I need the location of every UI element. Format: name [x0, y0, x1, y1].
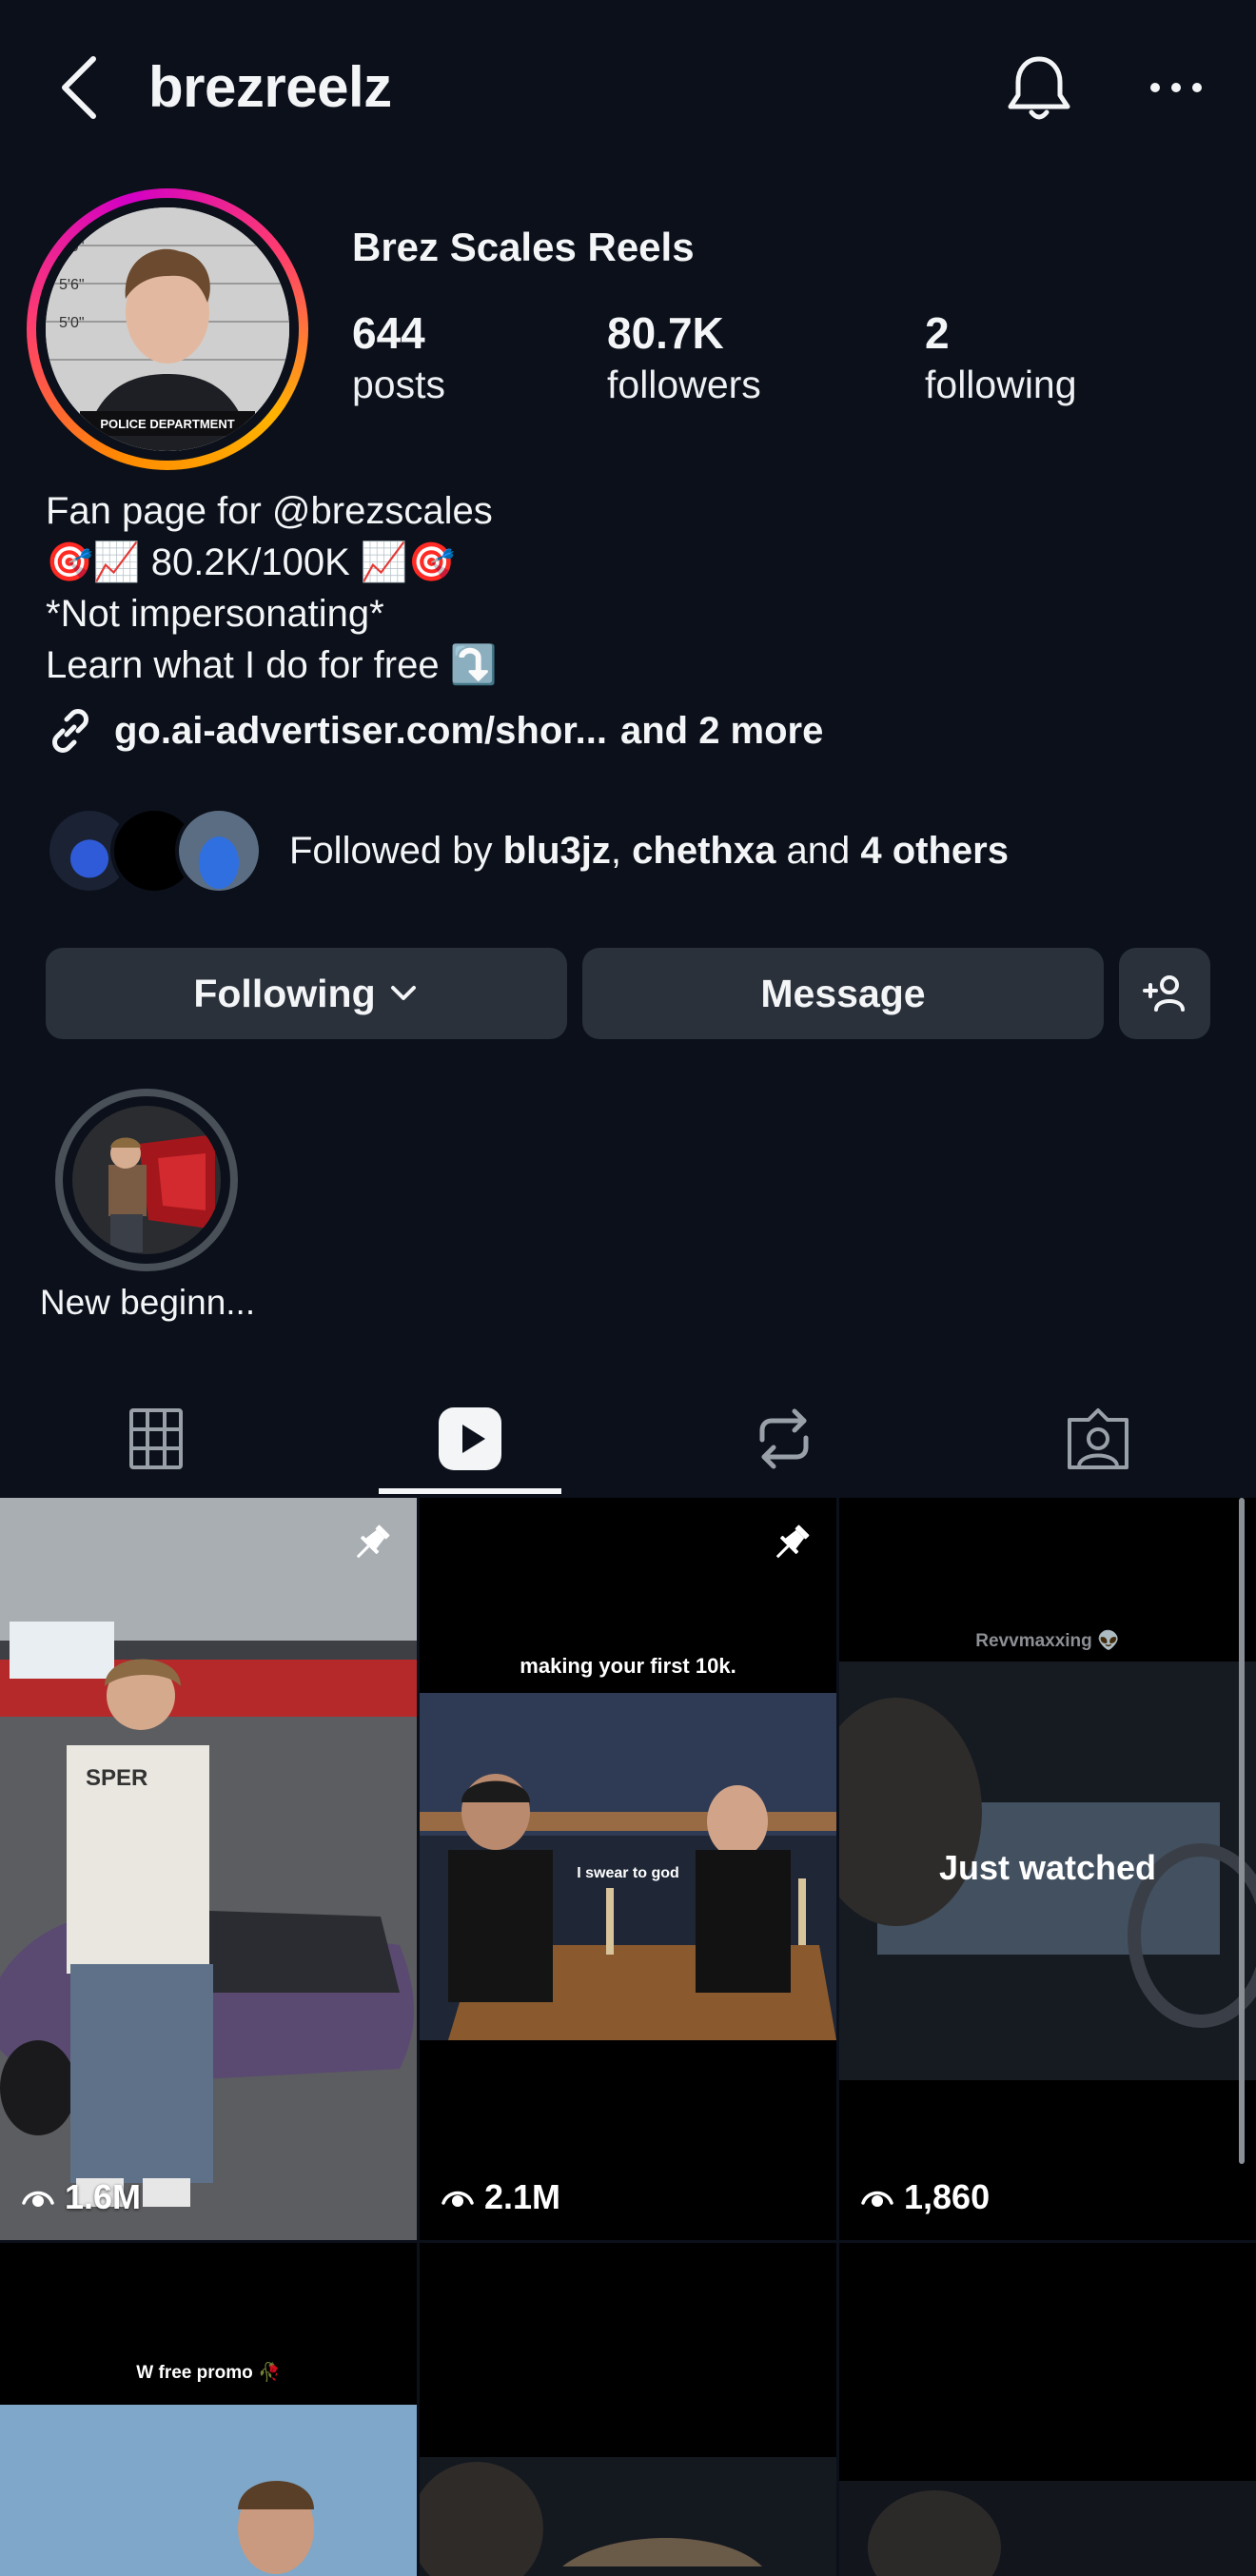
svg-text:5'9": 5'9": [59, 239, 85, 255]
link-more[interactable]: and 2 more: [620, 704, 823, 757]
reel-thumbnail: [0, 2243, 417, 2576]
highlight-label: New beginn...: [39, 1283, 256, 1322]
stat-value: 80.7K: [607, 308, 724, 358]
view-count: 2.1M: [441, 2177, 560, 2217]
message-button[interactable]: Message: [582, 948, 1104, 1039]
bell-icon[interactable]: [1001, 49, 1077, 126]
avatar-image: 5'9" 5'6" 5'0" POLICE DEPARTMENT: [46, 207, 289, 451]
message-label: Message: [760, 971, 926, 1015]
reel-tile[interactable]: SPER 1.6M: [0, 1498, 417, 2240]
view-count: 1,860: [860, 2177, 990, 2217]
tab-grid[interactable]: [51, 1391, 261, 1486]
link-icon: [52, 709, 88, 753]
highlight-image: [72, 1106, 221, 1254]
reel-thumbnail: SPER: [0, 1498, 417, 2240]
tab-reels[interactable]: [365, 1391, 575, 1486]
reel-tile[interactable]: Revvmaxxing 👽 Just watched 1,860: [839, 1498, 1256, 2240]
reel-thumbnail: [839, 2243, 1256, 2576]
followed-by[interactable]: Followed by blu3jz, chethxa and 4 others: [46, 807, 1009, 895]
reels-icon: [439, 1407, 501, 1470]
bio-line: *Not impersonating*: [46, 593, 384, 635]
following-label: Following: [193, 971, 376, 1015]
reel-thumbnail: [420, 2243, 836, 2576]
following-button[interactable]: Following: [46, 948, 567, 1039]
views-icon: [22, 2191, 54, 2207]
stat-value: 644: [352, 308, 425, 358]
suggest-people-button[interactable]: [1119, 948, 1210, 1039]
stat-posts[interactable]: 644 posts: [352, 306, 445, 409]
bio: Fan page for @brezscales 🎯📈 80.2K/100K 📈…: [46, 485, 498, 691]
stat-followers[interactable]: 80.7K followers: [607, 306, 761, 409]
reel-tile[interactable]: [420, 2243, 836, 2576]
svg-text:5'6": 5'6": [59, 277, 85, 293]
profile-username: brezreelz: [148, 55, 392, 119]
reel-tile[interactable]: [839, 2243, 1256, 2576]
avatar[interactable]: 5'9" 5'6" 5'0" POLICE DEPARTMENT: [27, 188, 308, 470]
mutual-avatar: [175, 807, 263, 895]
svg-text:SPER: SPER: [86, 1765, 147, 1791]
just-watched-label: Just watched: [938, 1848, 1157, 1887]
pin-icon: [775, 1524, 810, 1559]
pin-icon: [356, 1524, 390, 1559]
bio-line: 🎯📈 80.2K/100K 📈🎯: [46, 541, 456, 583]
display-name: Brez Scales Reels: [352, 225, 695, 269]
scrollbar[interactable]: [1239, 1498, 1245, 2164]
active-tab-indicator: [379, 1488, 561, 1494]
link-text[interactable]: go.ai-advertiser.com/shor...: [114, 704, 607, 757]
reel-subtitle: I swear to god: [577, 1865, 679, 1881]
add-person-icon: [1143, 975, 1185, 1012]
tab-tagged[interactable]: [993, 1391, 1203, 1486]
chevron-down-icon: [390, 986, 416, 1000]
bio-line: Learn what I do for free ⤵️: [46, 644, 498, 686]
stat-label: posts: [352, 363, 445, 406]
reel-tile[interactable]: making your first 10k. I swear to god 2.…: [420, 1498, 836, 2240]
svg-text:POLICE DEPARTMENT: POLICE DEPARTMENT: [100, 417, 234, 431]
stat-value: 2: [925, 308, 950, 358]
stat-following[interactable]: 2 following: [925, 306, 1077, 409]
svg-text:5'0": 5'0": [59, 315, 85, 331]
reposts-icon: [759, 1408, 809, 1469]
reel-caption: W free promo 🥀: [136, 2363, 281, 2383]
reel-tile[interactable]: W free promo 🥀: [0, 2243, 417, 2576]
tagged-icon: [1068, 1408, 1128, 1469]
grid-icon: [129, 1408, 183, 1469]
more-horizontal-icon[interactable]: [1138, 49, 1214, 126]
view-count: 1.6M: [21, 2177, 141, 2217]
story-highlight[interactable]: [55, 1089, 238, 1271]
reel-watermark: Revvmaxxing 👽: [975, 1631, 1120, 1651]
reel-caption: making your first 10k.: [520, 1654, 736, 1678]
followed-by-text: Followed by blu3jz, chethxa and 4 others: [289, 829, 1009, 872]
bio-line: Fan page for @brezscales: [46, 490, 493, 532]
back-arrow-icon[interactable]: [51, 49, 108, 126]
stat-label: followers: [607, 363, 761, 406]
tab-reposts[interactable]: [679, 1391, 889, 1486]
views-icon: [442, 2191, 474, 2207]
views-icon: [861, 2191, 893, 2207]
stat-label: following: [925, 363, 1077, 406]
bio-link[interactable]: go.ai-advertiser.com/shor... and 2 more: [46, 704, 823, 757]
